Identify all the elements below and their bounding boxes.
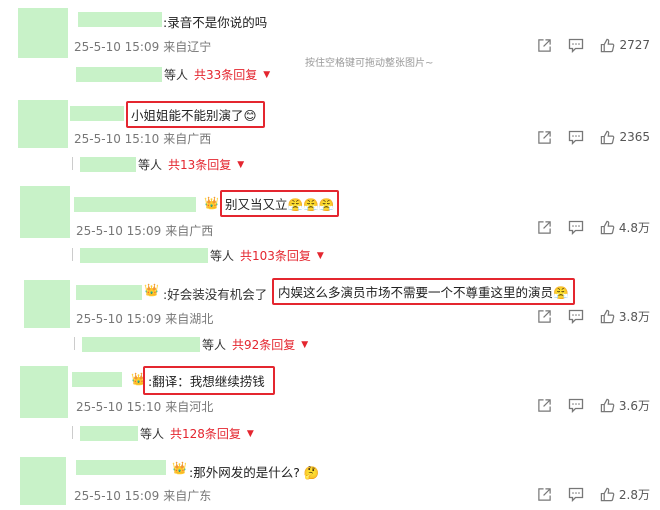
comment-actions: 2727 <box>537 36 650 54</box>
highlight-box: 别又当又立😤😤😤 <box>220 190 340 217</box>
comment-meta: 25-5-10 15:10 来自河北 <box>76 400 214 414</box>
avatar[interactable] <box>20 457 66 505</box>
comment-icon[interactable] <box>568 487 584 502</box>
like-button[interactable]: 2.8万 <box>600 486 650 503</box>
chevron-down-icon: ▼ <box>237 159 245 170</box>
replier-redacted <box>82 337 200 352</box>
comment-meta: 25-5-10 15:09 来自广东 <box>74 489 212 503</box>
reply-count[interactable]: 共92条回复 <box>232 336 295 353</box>
chevron-down-icon: ▼ <box>316 250 324 261</box>
like-icon <box>601 130 615 144</box>
like-count: 2727 <box>619 38 650 52</box>
like-icon <box>600 487 615 501</box>
replier-redacted <box>76 67 162 82</box>
username-redacted[interactable] <box>70 106 124 121</box>
comment-icon[interactable] <box>568 398 584 413</box>
comment-icon[interactable] <box>568 309 584 324</box>
like-button[interactable]: 2365 <box>600 130 650 145</box>
comment-actions: 3.6万 <box>537 396 650 414</box>
reply-summary[interactable]: 等人 共103条回复 ▼ <box>80 247 324 264</box>
highlight-box: 内娱这么多演员市场不需要一个不尊重这里的演员😤 <box>272 278 575 305</box>
highlighted-text: 内娱这么多演员市场不需要一个不尊重这里的演员😤 <box>272 278 575 305</box>
divider <box>72 426 73 439</box>
like-icon <box>600 220 615 234</box>
like-icon <box>600 398 615 412</box>
chevron-down-icon: ▼ <box>301 339 309 350</box>
like-count: 2365 <box>619 130 650 144</box>
comment-actions: 3.8万 <box>537 307 650 325</box>
divider <box>72 157 73 170</box>
comment-icon[interactable] <box>568 220 584 235</box>
comment-icon[interactable] <box>568 38 584 53</box>
username-redacted[interactable] <box>76 285 142 300</box>
like-button[interactable]: 4.8万 <box>600 219 650 236</box>
avatar[interactable] <box>18 100 68 148</box>
reply-summary[interactable]: 等人 共13条回复 ▼ <box>80 156 244 173</box>
like-icon <box>600 309 615 323</box>
reply-count[interactable]: 共103条回复 <box>240 247 311 264</box>
comment-text: 别又当又立😤😤😤 <box>220 190 340 217</box>
share-icon[interactable] <box>537 309 552 324</box>
comment-meta: 25-5-10 15:09 来自辽宁 <box>74 40 212 54</box>
reply-summary[interactable]: 等人 共33条回复 ▼ <box>76 66 270 83</box>
highlight-box: 小姐姐能不能别演了😊 <box>126 101 265 128</box>
comment-actions: 4.8万 <box>537 218 650 236</box>
share-icon[interactable] <box>537 130 552 145</box>
like-count: 3.8万 <box>618 309 650 324</box>
chevron-down-icon: ▼ <box>263 69 271 80</box>
comment-actions: 2.8万 <box>537 485 650 503</box>
username-redacted[interactable] <box>78 12 162 27</box>
comment-text: :录音不是你说的吗 <box>163 15 268 30</box>
comment-text: :翻译：我想继续捞钱 <box>143 366 275 395</box>
comment-meta: 25-5-10 15:10 来自广西 <box>74 132 212 146</box>
like-count: 2.8万 <box>618 487 650 502</box>
avatar[interactable] <box>20 366 68 418</box>
like-button[interactable]: 2727 <box>600 38 650 53</box>
like-icon <box>601 38 615 52</box>
avatar[interactable] <box>24 280 70 328</box>
share-icon[interactable] <box>537 398 552 413</box>
like-button[interactable]: 3.8万 <box>600 308 650 325</box>
comment-text: :好会装没有机会了 <box>163 287 268 302</box>
comment-meta: 25-5-10 15:09 来自广西 <box>76 224 214 238</box>
comment-text: 小姐姐能不能别演了😊 <box>126 101 265 128</box>
divider <box>72 248 73 261</box>
comment-text: :那外网发的是什么? 🤔 <box>189 465 320 480</box>
reply-count[interactable]: 共33条回复 <box>194 66 257 83</box>
avatar[interactable] <box>20 186 70 238</box>
share-icon[interactable] <box>537 220 552 235</box>
replier-redacted <box>80 248 208 263</box>
divider <box>74 337 75 350</box>
like-button[interactable]: 3.6万 <box>600 397 650 414</box>
replier-redacted <box>80 426 138 441</box>
reply-count[interactable]: 共128条回复 <box>170 425 241 442</box>
comment-actions: 2365 <box>537 128 650 146</box>
crown-icon: 👑 <box>172 461 187 475</box>
username-redacted[interactable] <box>76 460 166 475</box>
highlight-box: :翻译：我想继续捞钱 <box>143 366 275 395</box>
username-redacted[interactable] <box>74 197 196 212</box>
drag-hint: 按住空格键可拖动整张图片~ <box>305 58 434 69</box>
crown-icon: 👑 <box>144 283 159 297</box>
share-icon[interactable] <box>537 38 552 53</box>
avatar[interactable] <box>18 8 68 58</box>
crown-icon: 👑 <box>204 196 219 210</box>
reply-summary[interactable]: 等人 共92条回复 ▼ <box>82 336 308 353</box>
like-count: 3.6万 <box>618 398 650 413</box>
username-redacted[interactable] <box>72 372 122 387</box>
reply-count[interactable]: 共13条回复 <box>168 156 231 173</box>
replier-redacted <box>80 157 136 172</box>
like-count: 4.8万 <box>618 220 650 235</box>
comment-meta: 25-5-10 15:09 来自湖北 <box>76 312 214 326</box>
comment-icon[interactable] <box>568 130 584 145</box>
share-icon[interactable] <box>537 487 552 502</box>
chevron-down-icon: ▼ <box>246 428 254 439</box>
reply-summary[interactable]: 等人 共128条回复 ▼ <box>80 425 254 442</box>
